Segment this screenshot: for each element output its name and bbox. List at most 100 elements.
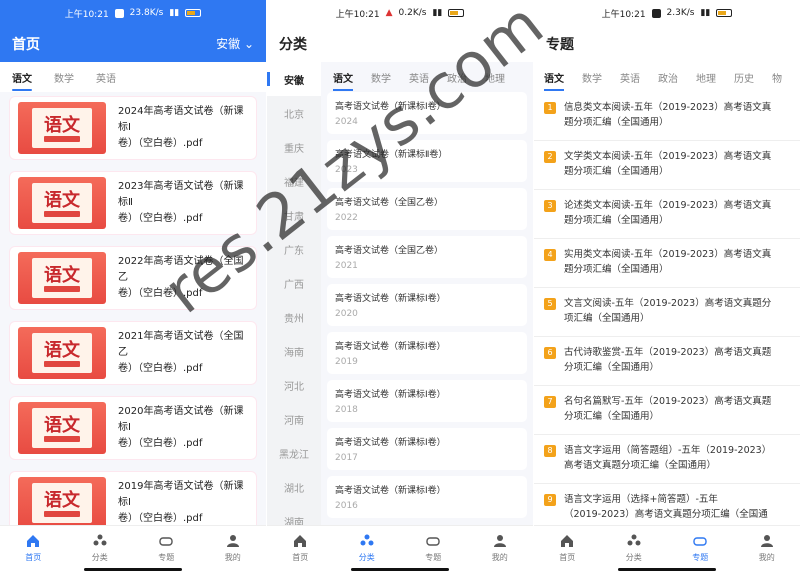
thumbnail-title: 语文	[44, 415, 80, 436]
subject-tab[interactable]: 物	[772, 70, 782, 85]
topic-title-line1: 信息类文本阅读-五年（2019-2023）高考语文真	[564, 102, 772, 113]
exam-item[interactable]: 高考语文试卷（新课标Ⅱ卷） 2023	[327, 140, 527, 182]
document-card[interactable]: 语文 2021年高考语文试卷（全国乙 卷）（空白卷）.pdf	[9, 321, 257, 385]
tab-english[interactable]: 英语	[96, 70, 116, 85]
gamepad-icon	[159, 537, 173, 546]
topic-number-badge: 3	[544, 200, 556, 212]
subject-tab[interactable]: 语文	[544, 70, 564, 91]
topic-title-line2: 题分项汇编（全国通用）	[564, 264, 669, 275]
signal-icon: ▮▮	[169, 8, 180, 18]
topic-title-line1: 实用类文本阅读-五年（2019-2023）高考语文真	[564, 249, 772, 260]
exam-title: 高考语文试卷（新课标Ⅰ卷）	[335, 294, 446, 304]
topic-item[interactable]: 3 论述类文本阅读-五年（2019-2023）高考语文真 题分项汇编（全国通用）	[534, 190, 800, 239]
exam-item[interactable]: 高考语文试卷（新课标Ⅰ卷） 2019	[327, 332, 527, 374]
topic-item[interactable]: 2 文学类文本阅读-五年（2019-2023）高考语文真 题分项汇编（全国通用）	[534, 141, 800, 190]
subject-tab[interactable]: 数学	[582, 70, 602, 85]
province-item[interactable]: 广东	[267, 232, 321, 266]
nav-home[interactable]: 首页	[267, 526, 334, 577]
thumbnail-tag	[44, 511, 80, 517]
topic-item[interactable]: 1 信息类文本阅读-五年（2019-2023）高考语文真 题分项汇编（全国通用）	[534, 92, 800, 141]
province-item[interactable]: 广西	[267, 266, 321, 300]
gamepad-icon	[693, 537, 707, 546]
topic-title-line1: 语言文字运用（简答题组）-五年（2019-2023）	[564, 445, 772, 456]
thumbnail-title: 语文	[44, 265, 80, 286]
topic-title: 语言文字运用（简答题组）-五年（2019-2023） 高考语文真题分项汇编（全国通…	[564, 443, 771, 476]
exam-title: 高考语文试卷（新课标Ⅰ卷）	[335, 390, 446, 400]
subject-tab[interactable]: 历史	[734, 70, 754, 85]
nav-profile[interactable]: 我的	[200, 526, 267, 577]
tab-math[interactable]: 数学	[54, 70, 74, 85]
bottom-nav: 首页 分类 专题 我的	[534, 525, 800, 577]
category-icon	[627, 534, 641, 546]
location-selector[interactable]: 安徽 ⌄	[216, 35, 254, 52]
exam-item[interactable]: 高考语文试卷（新课标Ⅰ卷） 2018	[327, 380, 527, 422]
document-thumbnail: 语文	[18, 402, 106, 454]
document-card[interactable]: 语文 2023年高考语文试卷（新课标Ⅱ 卷）（空白卷）.pdf	[9, 171, 257, 235]
topic-item[interactable]: 8 语言文字运用（简答题组）-五年（2019-2023） 高考语文真题分项汇编（全国…	[534, 435, 800, 484]
subject-tab[interactable]: 语文	[333, 70, 353, 91]
signal-icon: ▮▮	[700, 8, 711, 18]
category-screen: 上午10:21 ▲ 0.2K/s ▮▮ 分类 安徽 北京 重庆 福建 甘肃 广东 广西 贵州海…	[267, 0, 533, 577]
status-speed: 2.3K/s	[666, 8, 695, 18]
home-icon	[294, 535, 307, 547]
nav-home[interactable]: 首页	[534, 526, 601, 577]
thumbnail-tag	[44, 436, 80, 442]
exam-item[interactable]: 高考语文试卷（新课标Ⅰ卷） 2016	[327, 476, 527, 518]
home-indicator	[618, 568, 716, 571]
exam-item[interactable]: 高考语文试卷（新课标Ⅰ卷） 2020	[327, 284, 527, 326]
topic-item[interactable]: 5 文言文阅读-五年（2019-2023）高考语文真题分 项汇编（全国通用）	[534, 288, 800, 337]
province-item[interactable]: 甘肃	[267, 198, 321, 232]
topic-title: 信息类文本阅读-五年（2019-2023）高考语文真 题分项汇编（全国通用）	[564, 100, 771, 133]
document-thumbnail: 语文	[18, 327, 106, 379]
status-bar: 上午10:21 ▲ 0.2K/s ▮▮	[267, 0, 533, 26]
document-thumbnail: 语文	[18, 477, 106, 529]
province-item[interactable]: 河北	[267, 368, 321, 402]
province-item[interactable]: 福建	[267, 164, 321, 198]
status-time: 上午10:21	[64, 9, 109, 20]
exam-list: 高考语文试卷（新课标Ⅰ卷） 2024 高考语文试卷（新课标Ⅱ卷） 2023 高考语文试卷…	[327, 92, 527, 518]
subject-tab[interactable]: 英语	[620, 70, 640, 85]
topic-item[interactable]: 6 古代诗歌鉴赏-五年（2019-2023）高考语文真题 分项汇编（全国通用）	[534, 337, 800, 386]
exam-item[interactable]: 高考语文试卷（新课标Ⅰ卷） 2017	[327, 428, 527, 470]
province-item[interactable]: 黑龙江	[267, 436, 321, 470]
home-indicator	[351, 568, 449, 571]
nav-profile[interactable]: 我的	[467, 526, 534, 577]
document-title: 2024年高考语文试卷（新课标Ⅰ 卷）（空白卷）.pdf	[118, 104, 248, 152]
province-item[interactable]: 海南	[267, 334, 321, 368]
province-item[interactable]: 湖北	[267, 470, 321, 504]
tab-chinese[interactable]: 语文	[12, 70, 32, 91]
document-title-line2: 卷）（空白卷）.pdf	[118, 288, 203, 299]
topic-number-badge: 6	[544, 347, 556, 359]
province-item[interactable]: 安徽	[267, 62, 321, 96]
exam-item[interactable]: 高考语文试卷（全国乙卷） 2021	[327, 236, 527, 278]
document-title-line2: 卷）（空白卷）.pdf	[118, 138, 203, 149]
document-card[interactable]: 语文 2024年高考语文试卷（新课标Ⅰ 卷）（空白卷）.pdf	[9, 96, 257, 160]
subject-tab[interactable]: 地理	[696, 70, 716, 85]
province-item[interactable]: 河南	[267, 402, 321, 436]
document-card[interactable]: 语文 2022年高考语文试卷（全国乙 卷）（空白卷）.pdf	[9, 246, 257, 310]
subject-tab[interactable]: 政治	[658, 70, 678, 85]
province-item[interactable]: 重庆	[267, 130, 321, 164]
topic-title: 论述类文本阅读-五年（2019-2023）高考语文真 题分项汇编（全国通用）	[564, 198, 771, 231]
subject-tab[interactable]: 政治	[447, 70, 467, 85]
subject-tab[interactable]: 地理	[485, 70, 505, 85]
topic-title: 古代诗歌鉴赏-五年（2019-2023）高考语文真题 分项汇编（全国通用）	[564, 345, 771, 378]
topic-item[interactable]: 7 名句名篇默写-五年（2019-2023）高考语文真题 分项汇编（全国通用）	[534, 386, 800, 435]
thumbnail-title: 语文	[44, 115, 80, 136]
province-item[interactable]: 北京	[267, 96, 321, 130]
nav-profile[interactable]: 我的	[734, 526, 800, 577]
nav-home[interactable]: 首页	[0, 526, 67, 577]
signal-icon: ▮▮	[432, 8, 443, 18]
thumbnail-title: 语文	[44, 490, 80, 511]
subject-tab[interactable]: 英语	[409, 70, 429, 85]
topic-title: 文学类文本阅读-五年（2019-2023）高考语文真 题分项汇编（全国通用）	[564, 149, 771, 182]
exam-item[interactable]: 高考语文试卷（全国乙卷） 2022	[327, 188, 527, 230]
page-title: 专题	[546, 37, 574, 53]
nav-label: 专题	[692, 553, 709, 562]
document-card[interactable]: 语文 2020年高考语文试卷（新课标Ⅰ 卷）（空白卷）.pdf	[9, 396, 257, 460]
province-item[interactable]: 贵州	[267, 300, 321, 334]
topic-item[interactable]: 4 实用类文本阅读-五年（2019-2023）高考语文真 题分项汇编（全国通用）	[534, 239, 800, 288]
exam-item[interactable]: 高考语文试卷（新课标Ⅰ卷） 2024	[327, 92, 527, 134]
subject-tab[interactable]: 数学	[371, 70, 391, 85]
user-icon	[493, 535, 506, 547]
